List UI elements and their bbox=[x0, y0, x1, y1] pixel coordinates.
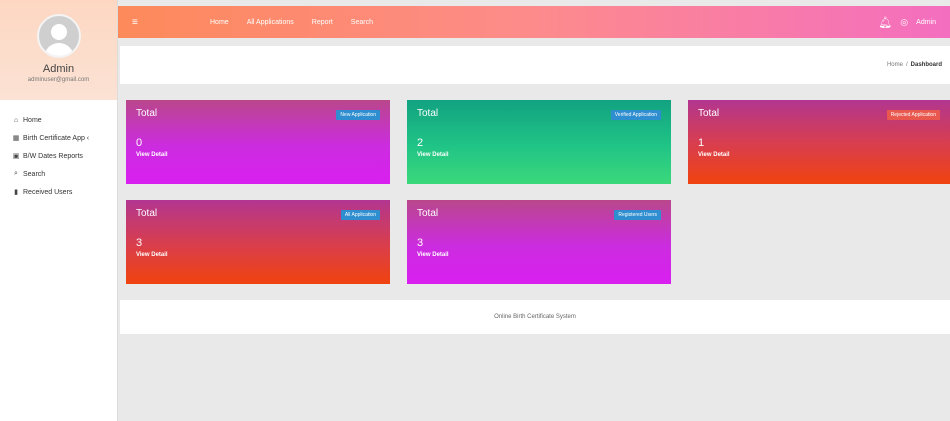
top-right-controls: 🔔︎ ◎ Admin bbox=[878, 16, 936, 29]
top-nav: Home All Applications Report Search bbox=[210, 19, 373, 26]
users-icon: ▮ bbox=[14, 189, 18, 196]
card-count: 2 bbox=[417, 137, 424, 149]
breadcrumb-home[interactable]: Home bbox=[887, 62, 903, 68]
status-badge: Registered Users bbox=[614, 210, 661, 220]
user-menu-label[interactable]: Admin bbox=[916, 19, 936, 26]
view-detail-link[interactable]: View Detail bbox=[136, 252, 380, 258]
profile-name: Admin bbox=[42, 63, 75, 75]
nav-link-home[interactable]: Home bbox=[210, 19, 229, 26]
sidebar-item-search[interactable]: ⌕ Search bbox=[0, 165, 117, 183]
card-new-application: Total New Application 0 View Detail bbox=[126, 100, 390, 184]
sidebar-item-label: Search bbox=[23, 170, 46, 178]
card-count: 3 bbox=[417, 237, 424, 249]
sidebar-item-bw-dates-reports[interactable]: ▣ B/W Dates Reports bbox=[0, 147, 117, 165]
card-rejected-application: Total Rejected Application 1 View Detail bbox=[688, 100, 950, 184]
nav-link-report[interactable]: Report bbox=[312, 19, 333, 26]
breadcrumb: Home / Dashboard bbox=[120, 46, 950, 84]
top-navbar: ≡ Home All Applications Report Search 🔔︎… bbox=[118, 6, 950, 38]
card-registered-users: Total Registered Users 3 View Detail bbox=[407, 200, 671, 284]
sidebar-item-label: B/W Dates Reports bbox=[23, 152, 83, 160]
sidebar-item-received-users[interactable]: ▮ Received Users bbox=[0, 183, 117, 201]
sidebar-item-home[interactable]: ⌂ Home bbox=[0, 112, 117, 129]
nav-link-search[interactable]: Search bbox=[351, 19, 373, 26]
status-badge: All Application bbox=[340, 210, 380, 220]
bell-icon[interactable]: 🔔︎ bbox=[878, 16, 892, 29]
profile-email: adminuser@gmail.com bbox=[27, 77, 90, 83]
breadcrumb-current: Dashboard bbox=[910, 62, 942, 68]
sidebar-menu: ⌂ Home ▦ Birth Certificate App ‹ ▣ B/W D… bbox=[0, 100, 117, 201]
view-detail-link[interactable]: View Detail bbox=[417, 252, 661, 258]
view-detail-link[interactable]: View Detail bbox=[136, 152, 380, 158]
status-badge: Verified Application bbox=[610, 110, 661, 120]
breadcrumb-separator: / bbox=[905, 62, 908, 68]
card-verified-application: Total Verified Application 2 View Detail bbox=[407, 100, 671, 184]
card-count: 0 bbox=[136, 137, 143, 149]
home-icon: ⌂ bbox=[13, 117, 19, 124]
footer: Online Birth Certificate System bbox=[120, 300, 950, 334]
view-detail-link[interactable]: View Detail bbox=[698, 152, 940, 158]
nav-link-all-applications[interactable]: All Applications bbox=[247, 19, 294, 26]
sidebar-item-label: Received Users bbox=[23, 188, 73, 196]
status-badge: New Application bbox=[336, 110, 380, 120]
user-circle-icon[interactable]: ◎ bbox=[900, 17, 908, 28]
user-profile: Admin adminuser@gmail.com bbox=[0, 0, 117, 100]
sidebar-item-label: Home bbox=[23, 117, 42, 124]
avatar-icon[interactable] bbox=[36, 14, 81, 58]
calendar-icon: ▣ bbox=[12, 153, 20, 160]
certificate-icon: ▦ bbox=[12, 135, 20, 142]
card-all-application: Total All Application 3 View Detail bbox=[126, 200, 390, 284]
card-count: 1 bbox=[698, 137, 705, 149]
card-count: 3 bbox=[136, 237, 143, 249]
search-icon: ⌕ bbox=[14, 170, 18, 177]
status-badge: Rejected Application bbox=[886, 110, 940, 120]
footer-text: Online Birth Certificate System bbox=[494, 314, 576, 320]
sidebar-item-label: Birth Certificate App ‹ bbox=[23, 134, 90, 142]
sidebar-item-birth-certificate-app[interactable]: ▦ Birth Certificate App ‹ bbox=[0, 129, 117, 147]
sidebar: Admin adminuser@gmail.com ⌂ Home ▦ Birth… bbox=[0, 0, 118, 421]
menu-toggle-icon[interactable]: ≡ bbox=[132, 17, 152, 28]
view-detail-link[interactable]: View Detail bbox=[417, 152, 661, 158]
